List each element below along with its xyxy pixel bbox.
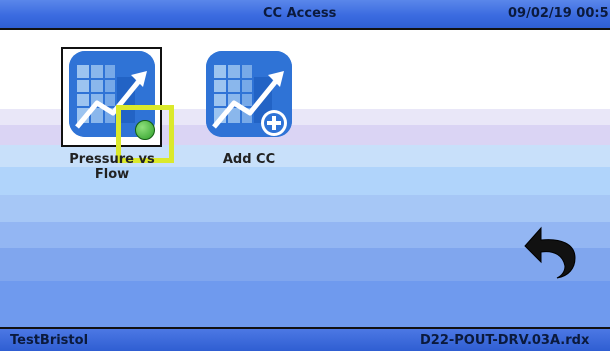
status-bar: TestBristol D22-POUT-DRV.03A.rdx (0, 327, 610, 351)
screen-title: CC Access (263, 6, 337, 21)
app-label-pressure-vs-flow[interactable]: Pressure vs Flow (58, 152, 166, 182)
status-dot-icon (135, 120, 155, 140)
back-button[interactable] (521, 222, 579, 280)
datetime-display: 09/02/19 00:51 (508, 6, 610, 21)
file-name: D22-POUT-DRV.03A.rdx (420, 333, 590, 348)
add-chart-icon[interactable] (206, 51, 292, 137)
title-bar: CC Access 09/02/19 00:51 (0, 0, 610, 30)
app-pressure-vs-flow[interactable] (0, 0, 1, 1)
user-name: TestBristol (10, 333, 89, 348)
back-arrow-icon (524, 226, 576, 279)
app-label-add-cc[interactable]: Add CC (196, 152, 302, 167)
